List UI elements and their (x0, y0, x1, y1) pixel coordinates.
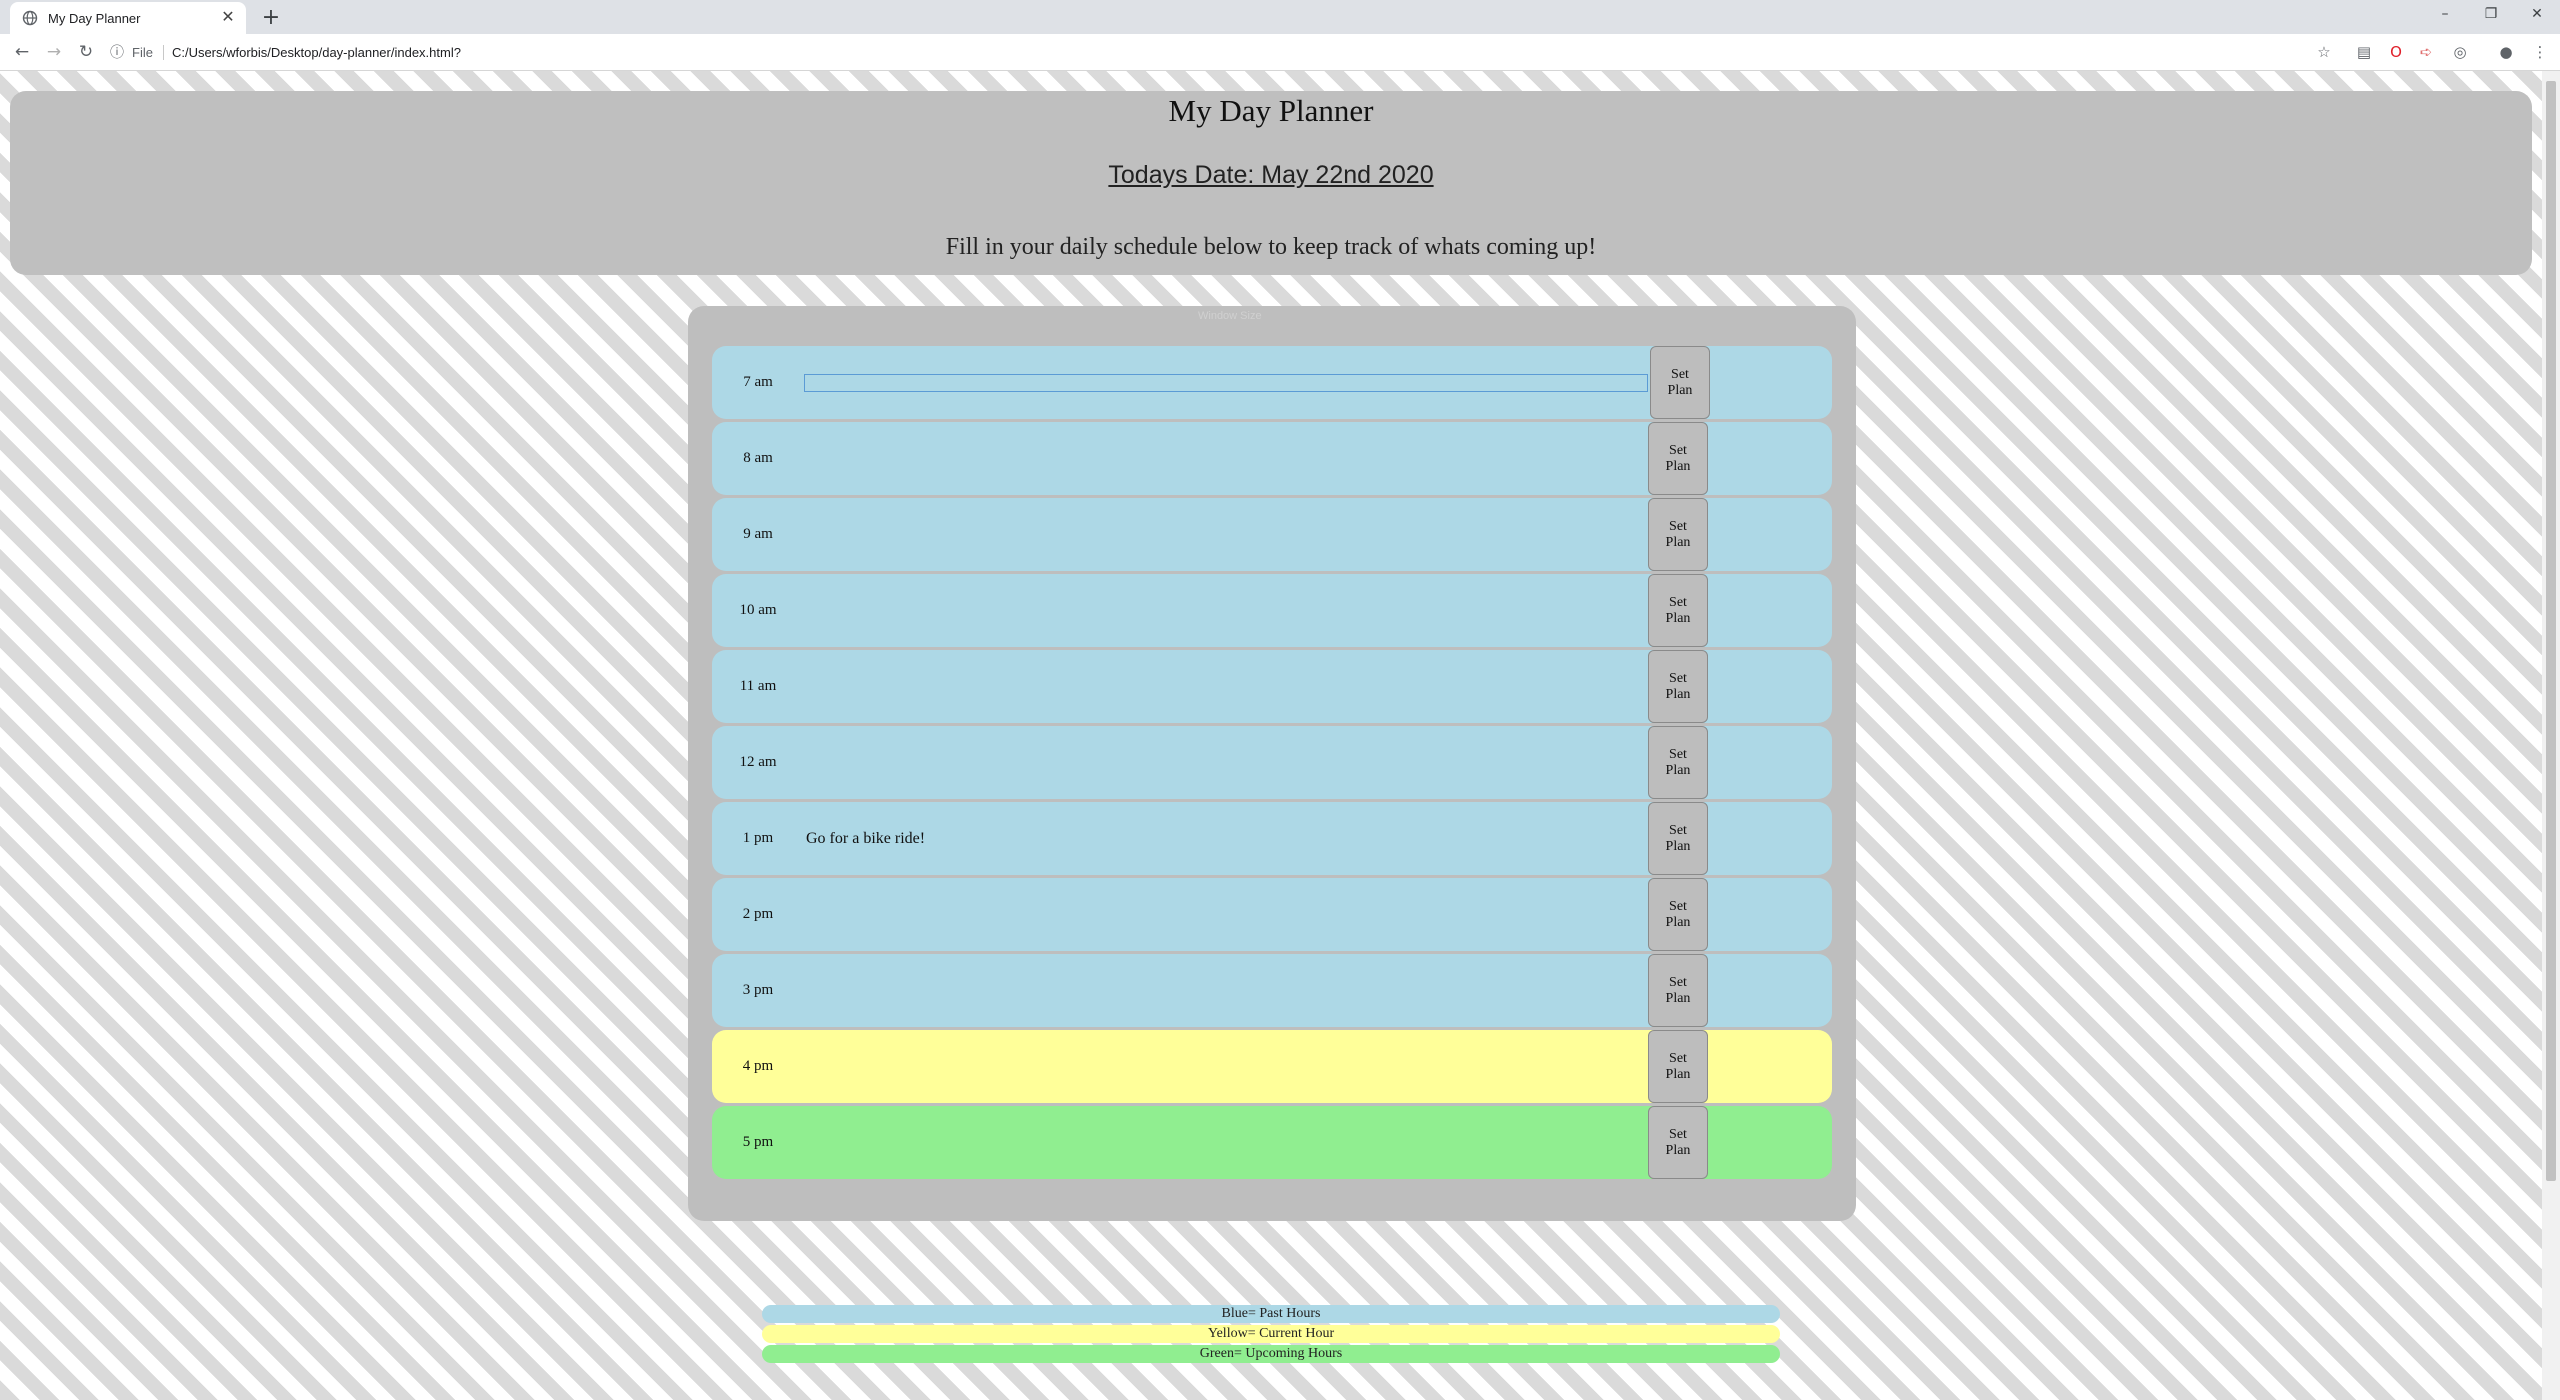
forward-arrow-icon[interactable]: → (40, 38, 68, 66)
set-plan-button[interactable]: Set Plan (1648, 422, 1708, 495)
set-plan-button[interactable]: Set Plan (1648, 878, 1708, 951)
plan-input[interactable] (804, 525, 1646, 544)
bookmark-star-icon[interactable]: ☆ (2314, 42, 2334, 62)
time-block-row: 3 pm Set Plan (712, 954, 1832, 1027)
plan-input[interactable] (804, 1057, 1646, 1076)
extension-arrow-icon[interactable]: ➪ (2416, 42, 2436, 62)
plan-input[interactable] (804, 905, 1646, 924)
scrollbar-thumb[interactable] (2546, 81, 2556, 1181)
browser-tabstrip: My Day Planner ✕ + – ❐ ✕ (0, 0, 2560, 34)
current-date: Todays Date: May 22nd 2020 (1108, 161, 1434, 189)
hour-label: 12 am (739, 754, 777, 770)
extension-globe-icon[interactable]: ◎ (2450, 42, 2470, 62)
legend-current-hour: Yellow= Current Hour (762, 1325, 1780, 1343)
legend-past-hours: Blue= Past Hours (762, 1305, 1780, 1323)
time-block-row: 2 pm Set Plan (712, 878, 1832, 951)
set-plan-button[interactable]: Set Plan (1648, 498, 1708, 571)
page-subtitle: Fill in your daily schedule below to kee… (945, 234, 1597, 260)
plan-input[interactable] (804, 753, 1646, 772)
plan-input[interactable] (804, 373, 1648, 392)
minimize-window-button[interactable]: – (2422, 0, 2468, 30)
close-tab-icon[interactable]: ✕ (218, 8, 238, 28)
set-plan-button[interactable]: Set Plan (1648, 802, 1708, 875)
time-block-row: 10 am Set Plan (712, 574, 1832, 647)
page-scrollbar[interactable] (2542, 71, 2560, 1400)
set-plan-button[interactable]: Set Plan (1650, 346, 1710, 419)
browser-menu-icon[interactable]: ⋮ (2530, 42, 2550, 62)
address-bar[interactable]: ⓘ File C:/Users/wforbis/Desktop/day-plan… (110, 39, 2330, 65)
time-block-row: 11 am Set Plan (712, 650, 1832, 723)
plan-input[interactable] (804, 829, 1646, 848)
set-plan-button[interactable]: Set Plan (1648, 1106, 1708, 1179)
set-plan-button[interactable]: Set Plan (1648, 650, 1708, 723)
hour-label: 9 am (743, 526, 773, 542)
url-scheme-chip: File (132, 44, 164, 60)
restore-window-button[interactable]: ❐ (2468, 0, 2514, 30)
set-plan-button[interactable]: Set Plan (1648, 1030, 1708, 1103)
new-tab-button[interactable]: + (258, 5, 284, 31)
tab-title: My Day Planner (48, 10, 141, 26)
hour-label: 7 am (743, 374, 773, 390)
time-block-row: 5 pm Set Plan (712, 1106, 1832, 1179)
browser-toolbar: ← → ↻ ⓘ File C:/Users/wforbis/Desktop/da… (0, 34, 2560, 71)
extension-icon[interactable]: ▤ (2354, 42, 2374, 62)
planner-container: Window Size 7 am Set Plan 8 am Set Plan 9 am… (688, 306, 1856, 1221)
info-icon[interactable]: ⓘ (110, 42, 124, 62)
page-title: My Day Planner (1168, 93, 1374, 128)
page-viewport: My Day Planner Todays Date: May 22nd 202… (0, 71, 2542, 1400)
legend-upcoming-hours: Green= Upcoming Hours (762, 1345, 1780, 1363)
hour-label: 11 am (739, 678, 777, 694)
set-plan-button[interactable]: Set Plan (1648, 574, 1708, 647)
url-text[interactable]: C:/Users/wforbis/Desktop/day-planner/ind… (172, 45, 461, 60)
set-plan-button[interactable]: Set Plan (1648, 726, 1708, 799)
set-plan-button[interactable]: Set Plan (1648, 954, 1708, 1027)
color-legend: Blue= Past Hours Yellow= Current Hour Gr… (762, 1305, 1780, 1365)
time-block-row: 9 am Set Plan (712, 498, 1832, 571)
time-block-row: 7 am Set Plan (712, 346, 1832, 419)
reload-icon[interactable]: ↻ (72, 38, 100, 66)
hour-label: 10 am (739, 602, 777, 618)
hour-label: 4 pm (742, 1058, 774, 1074)
plan-input[interactable] (804, 1133, 1646, 1152)
hour-label: 3 pm (742, 982, 774, 998)
hour-label: 2 pm (742, 906, 774, 922)
plan-input[interactable] (804, 601, 1646, 620)
time-block-row: 1 pm Set Plan (712, 802, 1832, 875)
back-arrow-icon[interactable]: ← (8, 38, 36, 66)
hour-label: 1 pm (742, 830, 774, 846)
plan-input[interactable] (804, 981, 1646, 1000)
opera-icon[interactable]: O (2386, 42, 2406, 62)
plan-input[interactable] (804, 677, 1646, 696)
plan-input[interactable] (804, 449, 1646, 468)
time-block-row: 4 pm Set Plan (712, 1030, 1832, 1103)
hour-label: 5 pm (742, 1134, 774, 1150)
page-header: My Day Planner Todays Date: May 22nd 202… (10, 91, 2532, 275)
time-block-row: 12 am Set Plan (712, 726, 1832, 799)
watermark-text: Window Size (1198, 310, 1262, 322)
globe-icon (22, 10, 38, 26)
profile-avatar-icon[interactable]: ● (2496, 42, 2516, 62)
hour-label: 8 am (743, 450, 773, 466)
time-block-list: 7 am Set Plan 8 am Set Plan 9 am Set Plan 10 a… (712, 346, 1832, 1182)
time-block-row: 8 am Set Plan (712, 422, 1832, 495)
browser-tab[interactable]: My Day Planner ✕ (10, 2, 246, 34)
close-window-button[interactable]: ✕ (2514, 0, 2560, 30)
